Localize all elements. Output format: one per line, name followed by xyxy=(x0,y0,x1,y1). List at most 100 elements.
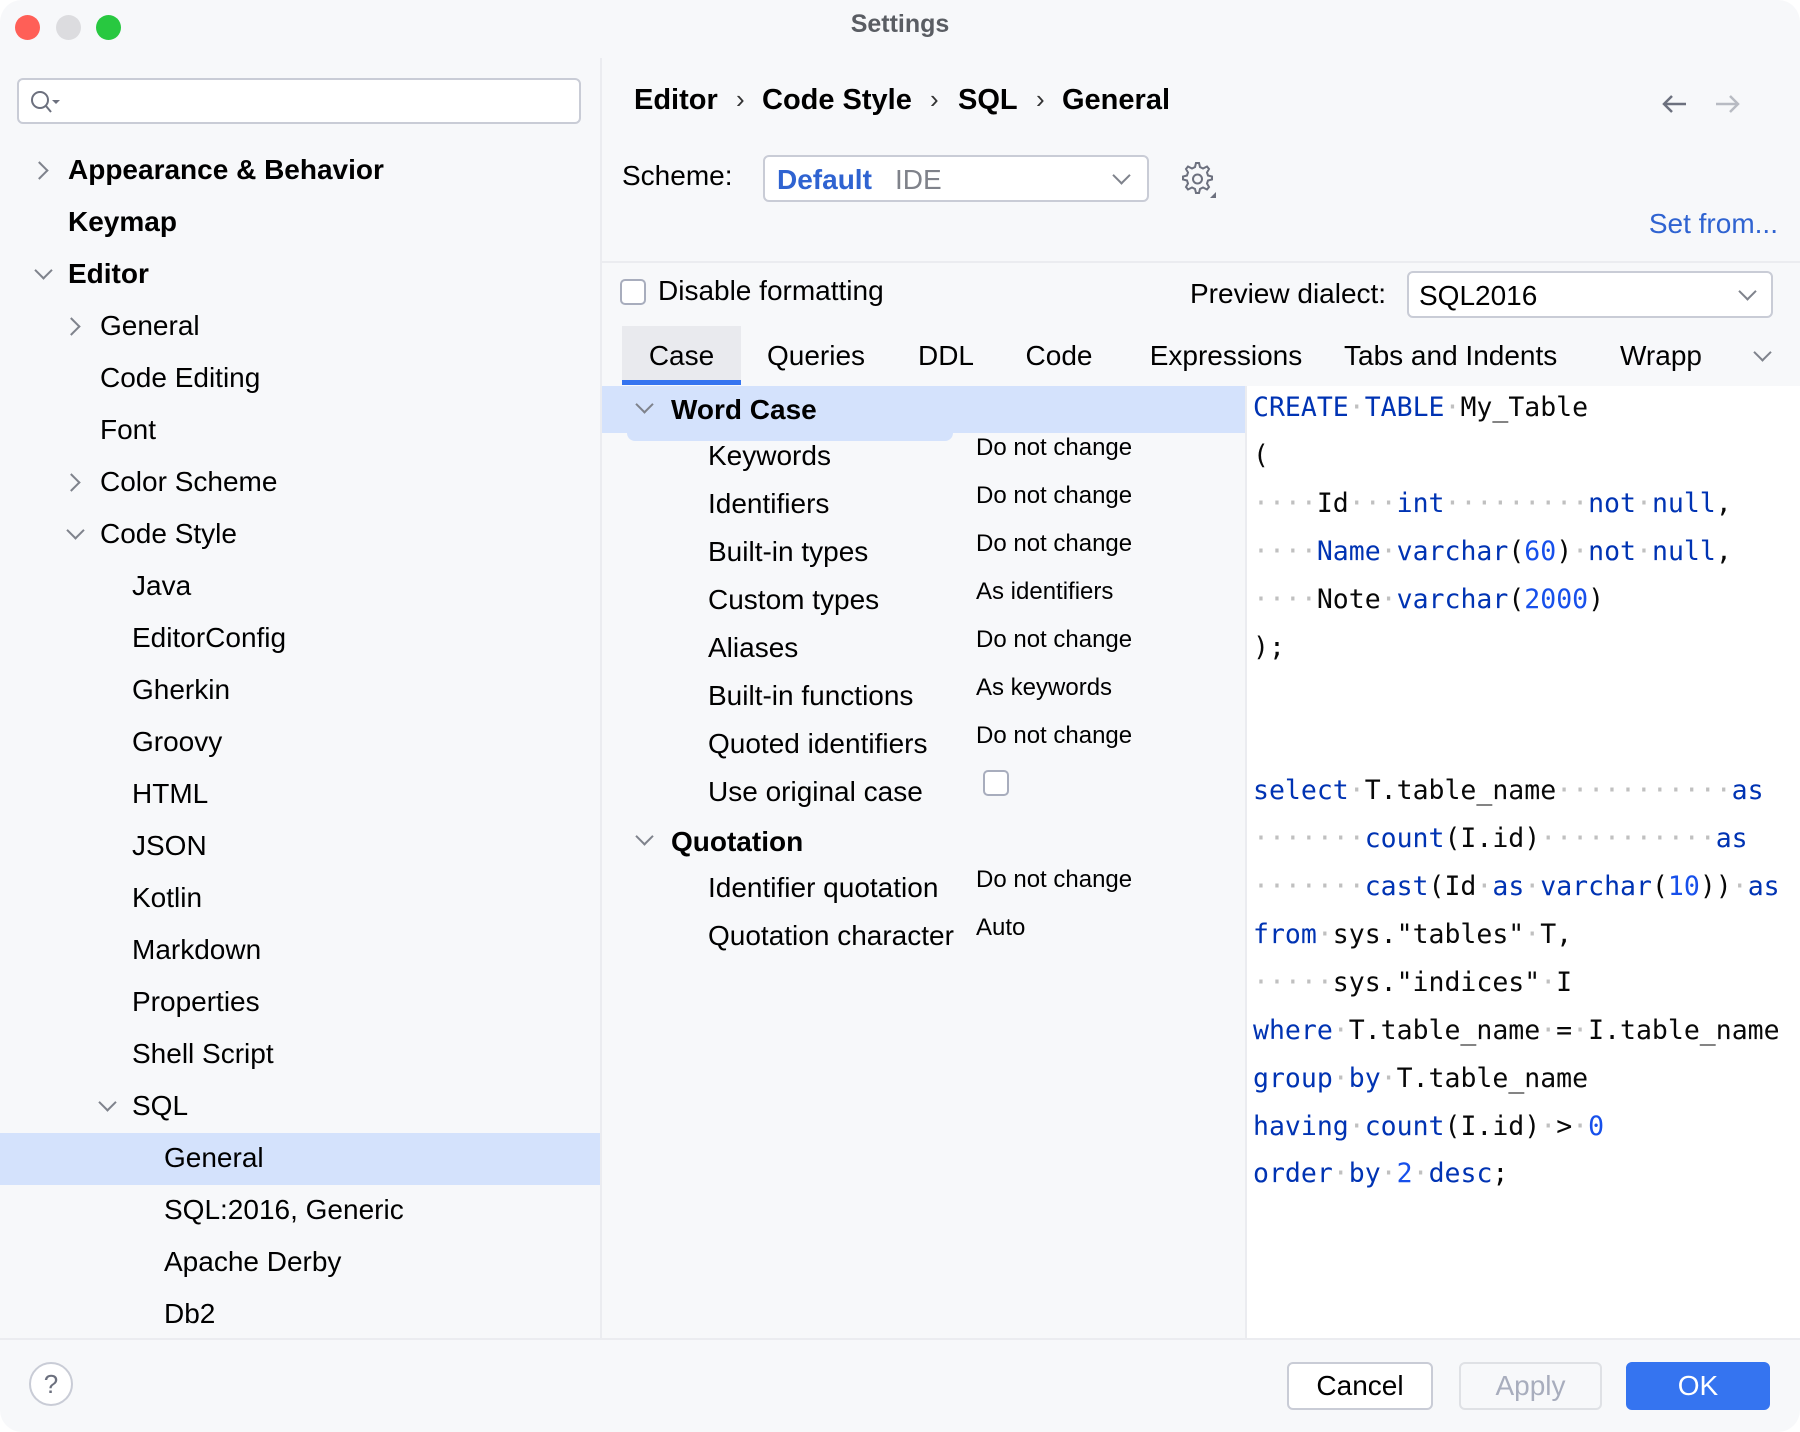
code-text: ( xyxy=(1651,871,1668,902)
code-number: 60 xyxy=(1524,535,1557,567)
header-separator xyxy=(602,261,1800,263)
sidebar-item[interactable]: Shell Script xyxy=(132,1028,274,1080)
chevron-down-icon[interactable] xyxy=(635,827,654,846)
code-text: ) xyxy=(1588,583,1605,615)
code-keyword: TABLE xyxy=(1364,392,1445,423)
option-label: Identifier quotation xyxy=(708,872,939,903)
whitespace-marker: · xyxy=(1332,1014,1349,1046)
gear-icon[interactable] xyxy=(1180,160,1216,198)
scheme-dropdown[interactable]: Default IDE xyxy=(763,155,1149,202)
code-keyword: count xyxy=(1364,823,1445,855)
whitespace-marker: ······· xyxy=(1253,823,1365,855)
code-text: ( xyxy=(1253,439,1269,471)
option-label: Quotation character xyxy=(708,920,954,951)
sidebar-item[interactable]: Font xyxy=(100,404,156,456)
tab-tabs-and-indents[interactable]: Tabs and Indents xyxy=(1344,326,1557,385)
sidebar-item[interactable]: Apache Derby xyxy=(164,1236,341,1288)
use-original-case-checkbox[interactable] xyxy=(983,770,1009,796)
chevron-right-icon[interactable] xyxy=(62,473,81,492)
section-header[interactable]: Word Case xyxy=(671,394,817,426)
arrow-right-icon[interactable] xyxy=(1712,92,1742,116)
sidebar-item[interactable]: Appearance & Behavior xyxy=(68,144,384,196)
whitespace-marker: · xyxy=(1476,871,1493,902)
code-line: ); xyxy=(1253,624,1285,672)
apply-button[interactable]: Apply xyxy=(1459,1362,1602,1410)
settings-search-input[interactable] xyxy=(17,78,581,124)
chevron-right-icon[interactable] xyxy=(30,161,49,180)
option-value-dropdown[interactable]: Do not change xyxy=(976,434,1132,462)
option-value-dropdown[interactable]: As keywords xyxy=(976,674,1112,702)
sidebar-item[interactable]: SQL:2016, Generic xyxy=(164,1184,404,1236)
sidebar-item[interactable]: JSON xyxy=(132,820,207,872)
option-value-dropdown[interactable]: Auto xyxy=(976,914,1025,942)
tab-ddl[interactable]: DDL xyxy=(905,326,987,385)
code-line: ( xyxy=(1253,432,1269,480)
help-button[interactable]: ? xyxy=(29,1362,73,1406)
sidebar-item[interactable]: General xyxy=(164,1132,264,1184)
option-value-dropdown[interactable]: Do not change xyxy=(976,482,1132,510)
sidebar-item[interactable]: Color Scheme xyxy=(100,456,277,508)
code-number: 2 xyxy=(1396,1158,1413,1190)
disable-formatting-label: Disable formatting xyxy=(658,275,884,306)
sidebar-item[interactable]: Properties xyxy=(132,976,260,1028)
option-value-dropdown[interactable]: Do not change xyxy=(976,530,1132,558)
code-text: Note xyxy=(1316,583,1381,615)
sidebar-item[interactable]: Java xyxy=(132,560,191,612)
breadcrumb-item[interactable]: SQL xyxy=(958,84,1018,117)
breadcrumb-item[interactable]: General xyxy=(1062,84,1170,117)
tab-expressions[interactable]: Expressions xyxy=(1136,326,1316,385)
code-text: ); xyxy=(1253,631,1285,663)
whitespace-marker: ···· xyxy=(1253,487,1317,519)
sidebar-divider[interactable] xyxy=(600,58,602,1338)
whitespace-marker: · xyxy=(1412,1158,1429,1190)
sidebar-item[interactable]: Gherkin xyxy=(132,664,230,716)
whitespace-marker: · xyxy=(1348,392,1365,423)
sidebar-item[interactable]: Markdown xyxy=(132,924,261,976)
option-value-dropdown[interactable]: As identifiers xyxy=(976,578,1113,606)
tabs-overflow-chevron-icon[interactable] xyxy=(1753,343,1772,362)
sidebar-item[interactable]: Code Editing xyxy=(100,352,260,404)
ok-button[interactable]: OK xyxy=(1626,1362,1770,1410)
chevron-down-icon[interactable] xyxy=(98,1093,117,1112)
disable-formatting-checkbox[interactable] xyxy=(620,279,646,305)
code-keyword: varchar xyxy=(1396,583,1509,615)
sidebar-item[interactable]: Editor xyxy=(68,248,149,300)
sidebar-item[interactable]: HTML xyxy=(132,768,208,820)
chevron-down-icon[interactable] xyxy=(34,261,53,280)
breadcrumb-item[interactable]: Code Style xyxy=(762,84,912,117)
code-preview[interactable]: CREATE·TABLE·My_Table(····Id···int······… xyxy=(1245,386,1800,1338)
sidebar-item[interactable]: Kotlin xyxy=(132,872,202,924)
sidebar-item[interactable]: General xyxy=(100,300,200,352)
option-label: Aliases xyxy=(708,632,799,663)
chevron-down-icon[interactable] xyxy=(66,521,85,540)
preview-dialect-dropdown[interactable]: SQL2016 xyxy=(1407,271,1773,318)
sidebar-item[interactable]: Groovy xyxy=(132,716,222,768)
sidebar-item[interactable]: EditorConfig xyxy=(132,612,286,664)
sidebar-item[interactable]: Code Style xyxy=(100,508,237,560)
whitespace-marker: · xyxy=(1524,871,1541,902)
tab-wrapp[interactable]: Wrapp xyxy=(1620,326,1730,385)
section-header[interactable]: Quotation xyxy=(671,826,803,858)
option-label: Built-in functions xyxy=(708,680,914,711)
tab-case[interactable]: Case xyxy=(622,326,741,385)
set-from-link[interactable]: Set from... xyxy=(1649,208,1778,240)
tab-code[interactable]: Code xyxy=(1012,326,1106,385)
whitespace-marker: · xyxy=(1572,535,1589,567)
cancel-button[interactable]: Cancel xyxy=(1287,1362,1433,1410)
whitespace-marker: ··· xyxy=(1348,487,1397,519)
option-value-dropdown[interactable]: Do not change xyxy=(976,722,1132,750)
sidebar-item[interactable]: Db2 xyxy=(164,1288,215,1340)
option-value-dropdown[interactable]: Do not change xyxy=(976,866,1132,894)
sidebar-item[interactable]: Keymap xyxy=(68,196,177,248)
tab-queries[interactable]: Queries xyxy=(752,326,880,385)
code-text: T, xyxy=(1540,918,1573,950)
breadcrumb-item[interactable]: Editor xyxy=(634,84,718,117)
code-text: T.table_name xyxy=(1396,1062,1589,1094)
option-value-dropdown[interactable]: Do not change xyxy=(976,626,1132,654)
code-number: 10 xyxy=(1667,871,1700,902)
code-keyword: CREATE xyxy=(1253,392,1349,423)
chevron-right-icon[interactable] xyxy=(62,317,81,336)
sidebar-item[interactable]: SQL xyxy=(132,1080,188,1132)
arrow-left-icon[interactable] xyxy=(1660,92,1690,116)
code-line: ····Name·varchar(60)·not·null, xyxy=(1253,528,1732,576)
